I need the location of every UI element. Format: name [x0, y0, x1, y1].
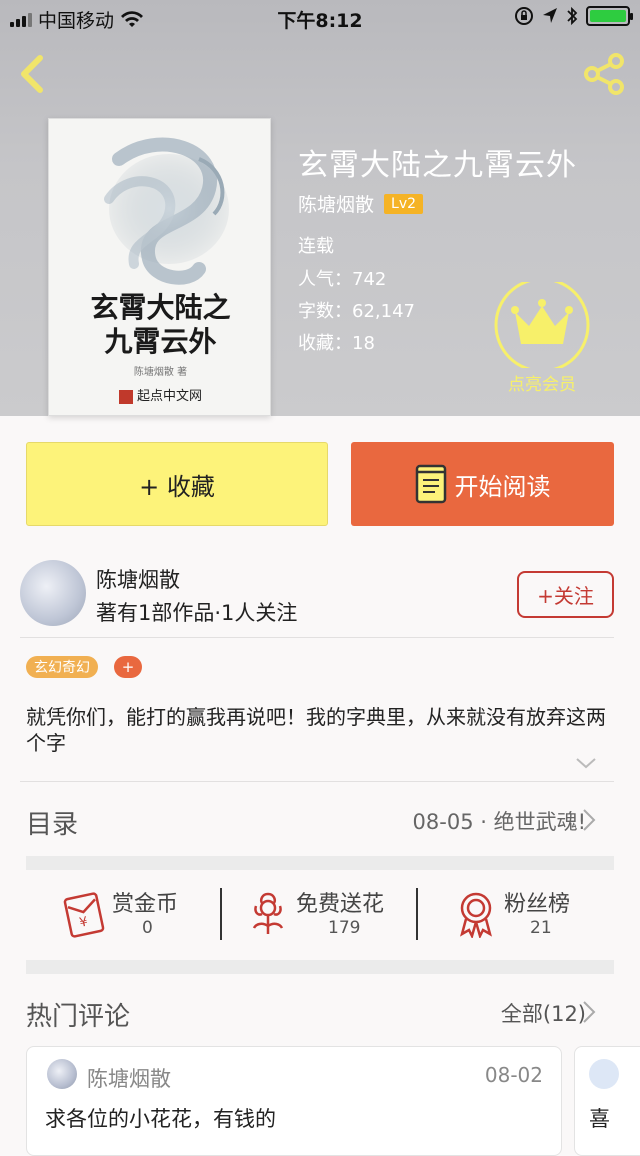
start-reading-button[interactable]: 开始阅读 — [351, 442, 614, 526]
fan-ranking[interactable]: 粉丝榜 21 — [456, 886, 596, 946]
crown-icon — [494, 282, 590, 368]
book-title: 玄霄大陆之九霄云外 — [298, 148, 577, 183]
hot-comments-label: 热门评论 — [26, 1002, 131, 1032]
vip-label: 点亮会员 — [508, 375, 576, 395]
publisher-seal-icon — [118, 389, 133, 404]
book-word-count: 字数：62,147 — [298, 301, 415, 322]
stat-value: 21 — [530, 918, 552, 938]
stat-value: 179 — [328, 918, 361, 938]
cover-publisher: 起点中文网 — [49, 385, 270, 404]
book-author-line: 陈塘烟散 Lv2 — [298, 190, 424, 217]
status-right — [514, 6, 633, 26]
favorite-button[interactable]: + 收藏 — [26, 442, 328, 526]
toc-label[interactable]: 目录 — [26, 804, 78, 841]
battery-icon — [586, 6, 633, 26]
reward-coins[interactable]: ¥ 赏金币 0 — [60, 886, 210, 946]
share-icon[interactable] — [580, 52, 628, 96]
author-summary: 著有1部作品·1人关注 — [96, 601, 298, 625]
comment-date: 08-02 — [484, 1063, 543, 1087]
cover-author: 陈塘烟散 著 — [133, 367, 188, 378]
medal-icon — [460, 892, 492, 938]
divider — [20, 637, 614, 638]
chevron-right-icon[interactable] — [582, 808, 596, 832]
comment-card[interactable]: 陈塘烟散 08-02 求各位的小花花，有钱的 — [26, 1046, 562, 1156]
back-icon[interactable] — [14, 52, 50, 96]
all-comments-link[interactable]: 全部(12) — [501, 998, 586, 1028]
book-favorites: 收藏：18 — [298, 333, 375, 354]
vip-badge[interactable]: 点亮会员 — [493, 282, 591, 395]
section-divider — [26, 856, 614, 870]
book-header: 中国移动 下午8:12 玄霄大陆之 九霄云外 陈塘烟散 著 起点中文网 玄霄大陆之… — [0, 0, 640, 416]
stat-label: 赏金币 — [112, 892, 179, 917]
divider — [220, 888, 222, 940]
book-cover[interactable]: 玄霄大陆之 九霄云外 陈塘烟散 著 起点中文网 — [48, 118, 271, 416]
divider — [20, 781, 614, 782]
flower-icon — [252, 892, 284, 934]
comment-card[interactable]: 喜 — [574, 1046, 640, 1156]
toc-latest-chapter[interactable]: 08-05 · 绝世武魂! — [413, 806, 586, 836]
red-envelope-icon: ¥ — [63, 892, 105, 938]
commenter-avatar[interactable] — [47, 1059, 77, 1089]
stat-value: 0 — [142, 918, 153, 938]
comment-text: 喜 — [589, 1107, 610, 1131]
svg-text:¥: ¥ — [78, 915, 89, 931]
book-popularity: 人气：742 — [298, 269, 387, 290]
status-bar: 中国移动 下午8:12 — [0, 0, 640, 34]
follow-button[interactable]: +关注 — [517, 571, 614, 618]
book-intro[interactable]: 就凭你们，能打的赢我再说吧！我的字典里，从来就没有放弃这两个字 — [26, 704, 620, 756]
author-name[interactable]: 陈塘烟散 — [96, 564, 180, 594]
rotation-lock-icon — [515, 7, 533, 25]
divider — [416, 888, 418, 940]
bluetooth-icon — [567, 6, 578, 26]
comment-text: 求各位的小花花，有钱的 — [45, 1107, 276, 1131]
cover-title: 玄霄大陆之 九霄云外 — [90, 291, 231, 358]
add-tag-button[interactable]: + — [114, 656, 142, 678]
start-reading-label: 开始阅读 — [454, 472, 551, 501]
chevron-right-icon[interactable] — [582, 1000, 596, 1024]
location-icon — [543, 8, 557, 23]
level-badge: Lv2 — [384, 193, 424, 214]
book-author[interactable]: 陈塘烟散 — [298, 190, 374, 217]
commenter-name[interactable]: 陈塘烟散 — [87, 1063, 171, 1093]
section-divider — [26, 960, 614, 974]
chevron-down-icon[interactable] — [575, 756, 597, 770]
author-avatar[interactable] — [20, 560, 86, 626]
genre-tag[interactable]: 玄幻奇幻 — [26, 656, 98, 678]
stat-label: 粉丝榜 — [504, 892, 571, 917]
book-status: 连载 — [298, 236, 334, 257]
cover-art — [104, 137, 229, 285]
commenter-avatar[interactable] — [589, 1059, 619, 1089]
free-flowers[interactable]: 免费送花 179 — [248, 886, 408, 946]
stat-label: 免费送花 — [296, 892, 385, 917]
book-icon — [415, 464, 446, 504]
